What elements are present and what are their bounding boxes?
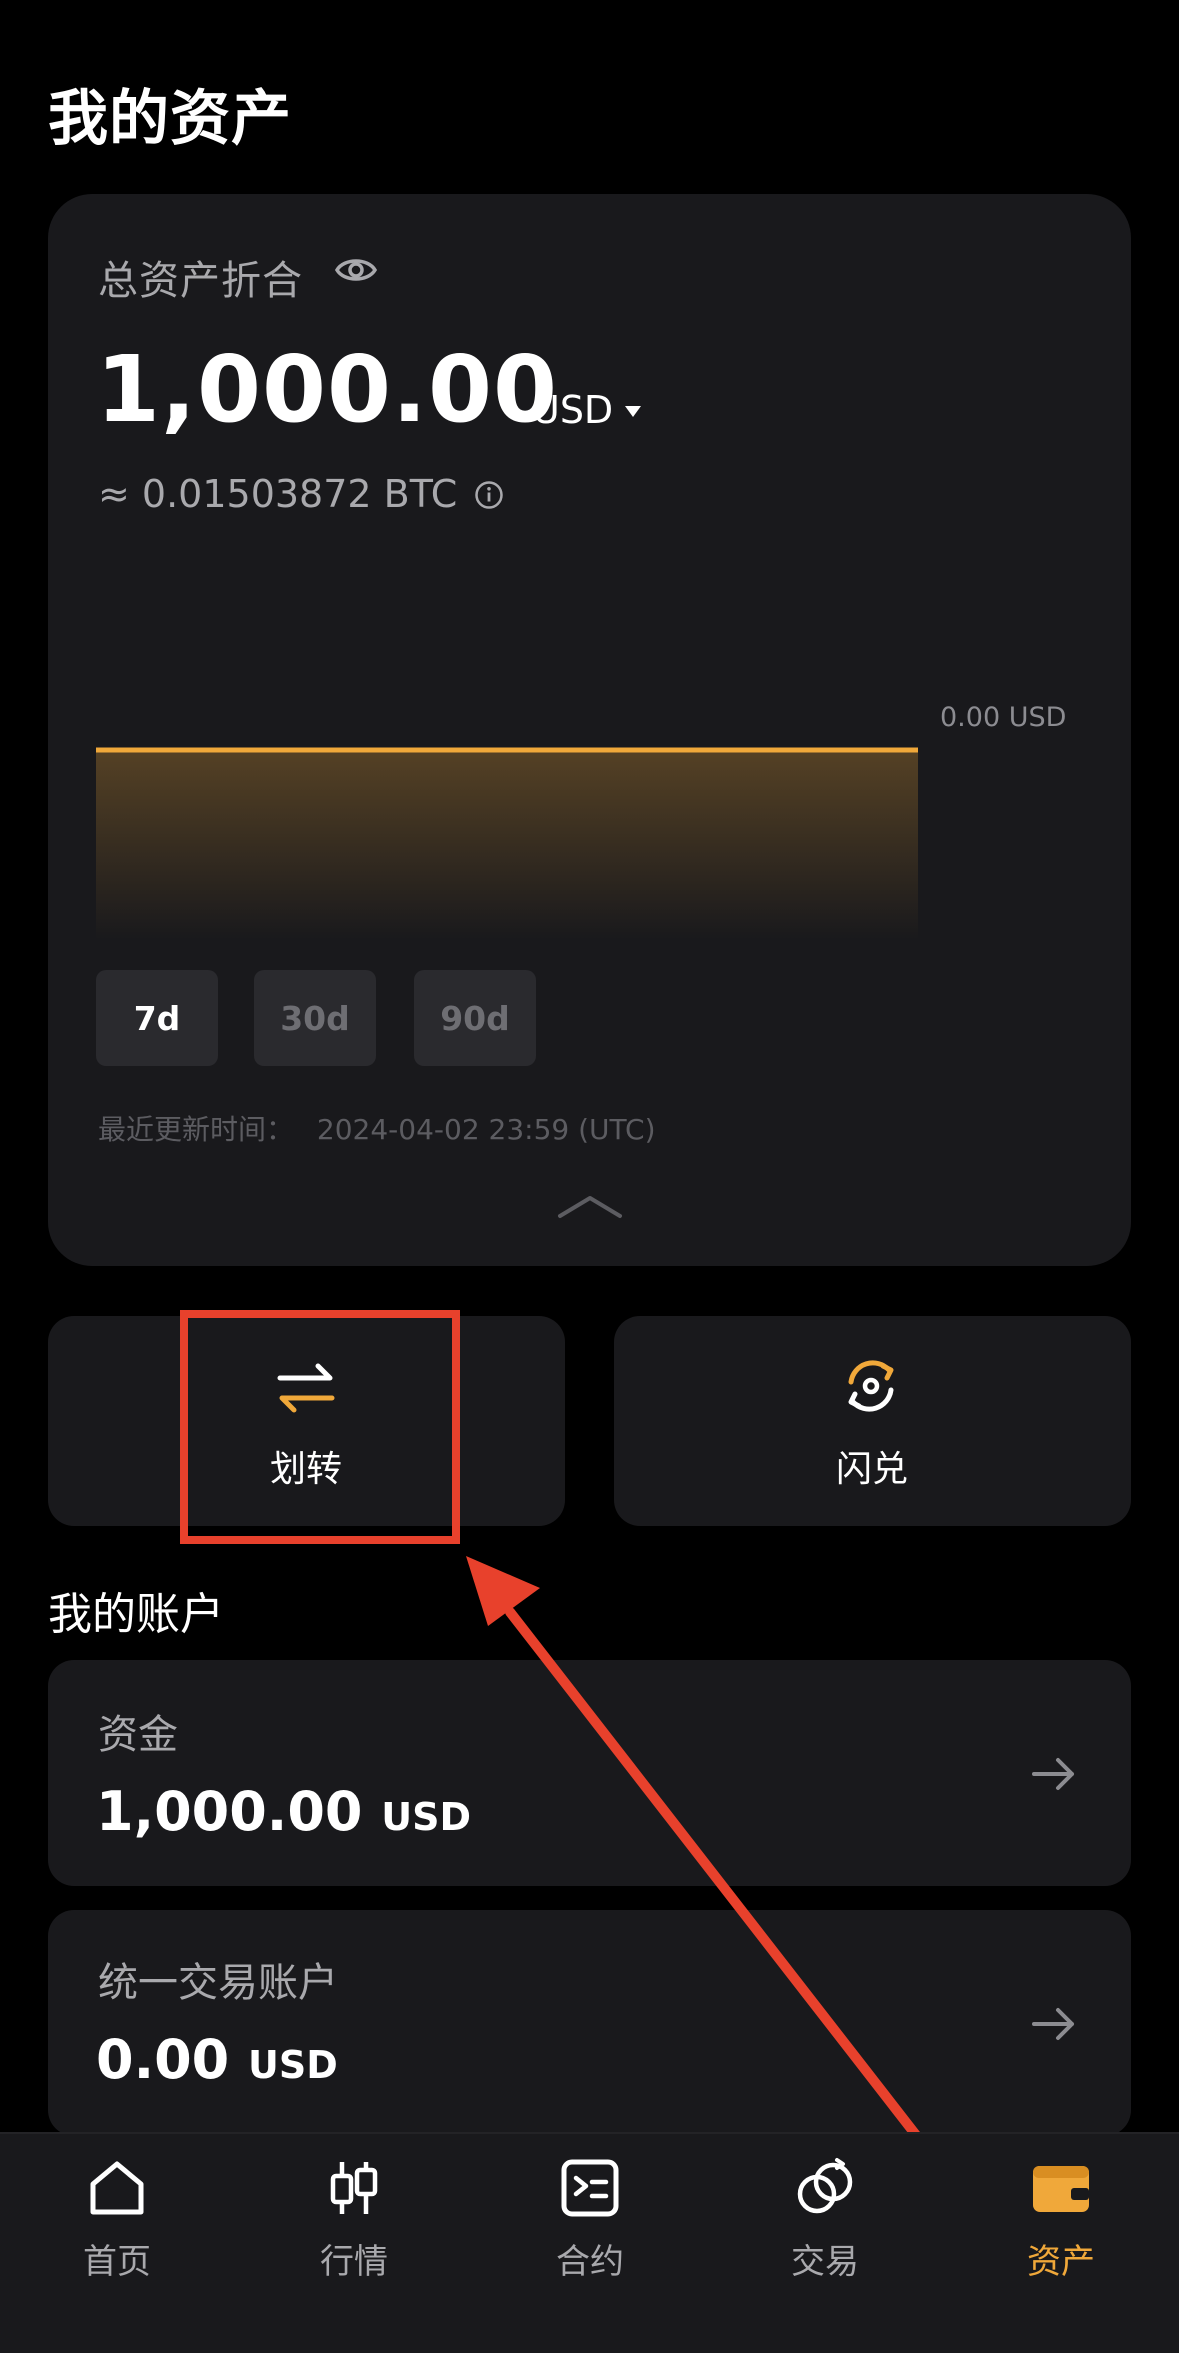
tab-home[interactable]: 首页	[17, 2156, 217, 2286]
account-name: 统一交易账户	[98, 1960, 338, 2006]
eye-icon[interactable]	[334, 250, 378, 290]
annotation-highlight-box	[180, 1310, 460, 1544]
tab-label: 资产	[1027, 2242, 1095, 2282]
chart-value-label: 0.00 USD	[940, 702, 1067, 733]
account-unit: USD	[248, 2043, 338, 2087]
tab-contracts[interactable]: 合约	[490, 2156, 690, 2286]
last-updated: 最近更新时间： 2024-04-02 23:59 (UTC)	[98, 1108, 656, 1148]
wallet-icon	[1033, 2166, 1089, 2212]
last-updated-time: 2024-04-02 23:59 (UTC)	[316, 1113, 656, 1146]
caret-down-icon[interactable]	[624, 404, 642, 418]
arrow-right-icon[interactable]	[1030, 2004, 1078, 2044]
tab-markets[interactable]: 行情	[254, 2156, 454, 2286]
last-updated-label: 最近更新时间：	[98, 1113, 295, 1146]
account-value: 1,000.00	[96, 1780, 363, 1843]
balance-chart	[96, 747, 918, 940]
swap-label: 闪兑	[836, 1449, 909, 1490]
period-30d-button[interactable]: 30d	[254, 970, 376, 1066]
accounts-section-title: 我的账户	[48, 1589, 224, 1640]
account-balance: 0.00 USD	[96, 2028, 338, 2091]
btc-equivalent: ≈ 0.01503872 BTC	[98, 472, 458, 516]
swap-button[interactable]	[614, 1316, 1131, 1526]
chart-area-fill	[96, 750, 918, 940]
tab-label: 行情	[320, 2242, 388, 2282]
chevron-up-icon[interactable]	[556, 1192, 624, 1220]
tab-label: 首页	[83, 2242, 151, 2282]
info-icon[interactable]	[474, 480, 504, 510]
home-icon	[90, 2161, 144, 2215]
tab-label: 交易	[791, 2242, 859, 2282]
currency-selector[interactable]: USD	[532, 388, 613, 432]
candlestick-icon	[330, 2162, 378, 2214]
tab-trade[interactable]: 交易	[725, 2156, 925, 2286]
tab-label: 合约	[556, 2242, 624, 2282]
total-balance: 1,000.00	[96, 336, 558, 443]
tab-assets[interactable]: 资产	[961, 2156, 1161, 2286]
page-title: 我的资产	[48, 84, 292, 154]
arrow-right-icon[interactable]	[1030, 1754, 1078, 1794]
account-card-unified-trading[interactable]	[48, 1910, 1131, 2136]
account-balance: 1,000.00 USD	[96, 1780, 471, 1843]
account-unit: USD	[381, 1795, 472, 1839]
trade-icon	[797, 2158, 853, 2214]
account-value: 0.00	[96, 2028, 230, 2091]
period-7d-button[interactable]: 7d	[96, 970, 218, 1066]
contract-icon	[561, 2159, 619, 2217]
period-90d-button[interactable]: 90d	[414, 970, 536, 1066]
account-card-funding[interactable]	[48, 1660, 1131, 1886]
total-assets-label: 总资产折合	[98, 258, 303, 304]
account-name: 资金	[98, 1712, 178, 1758]
swap-icon	[848, 1360, 894, 1412]
